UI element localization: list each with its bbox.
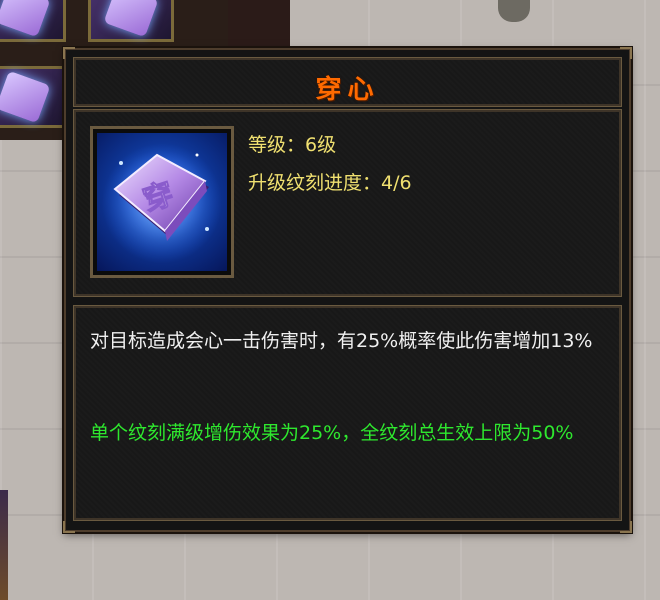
item-note: 单个纹刻满级增伤效果为25%，全纹刻总生效上限为50% bbox=[90, 422, 574, 444]
inventory-slot[interactable] bbox=[88, 0, 174, 42]
rune-item-icon bbox=[0, 0, 51, 38]
rune-item-icon bbox=[103, 0, 159, 38]
item-icon-frame: 穿 bbox=[90, 126, 234, 278]
purple-rune-book-icon: 穿 bbox=[97, 133, 227, 271]
item-tooltip: 穿心 穿 等级：6级 升级纹刻进度：4/6 对目标造成会心一击伤害时，有25%概… bbox=[63, 47, 632, 533]
item-description: 对目标造成会心一击伤害时，有25%概率使此伤害增加13% bbox=[90, 330, 593, 352]
tooltip-info-section: 穿 等级：6级 升级纹刻进度：4/6 bbox=[73, 109, 622, 297]
background-pillar bbox=[228, 0, 290, 48]
tooltip-description-section: 对目标造成会心一击伤害时，有25%概率使此伤害增加13% 单个纹刻满级增伤效果为… bbox=[73, 305, 622, 521]
inventory-slot[interactable] bbox=[0, 66, 66, 128]
item-level: 等级：6级 bbox=[248, 134, 337, 156]
tooltip-corner bbox=[620, 521, 632, 533]
side-ui-strip bbox=[0, 490, 8, 600]
tooltip-corner bbox=[620, 47, 632, 59]
inventory-slot[interactable] bbox=[0, 0, 66, 42]
tooltip-title-bar: 穿心 bbox=[73, 57, 622, 107]
engrave-progress: 升级纹刻进度：4/6 bbox=[248, 172, 412, 194]
tooltip-corner bbox=[63, 521, 75, 533]
rune-item-icon bbox=[0, 70, 51, 124]
item-title: 穿心 bbox=[315, 75, 380, 105]
